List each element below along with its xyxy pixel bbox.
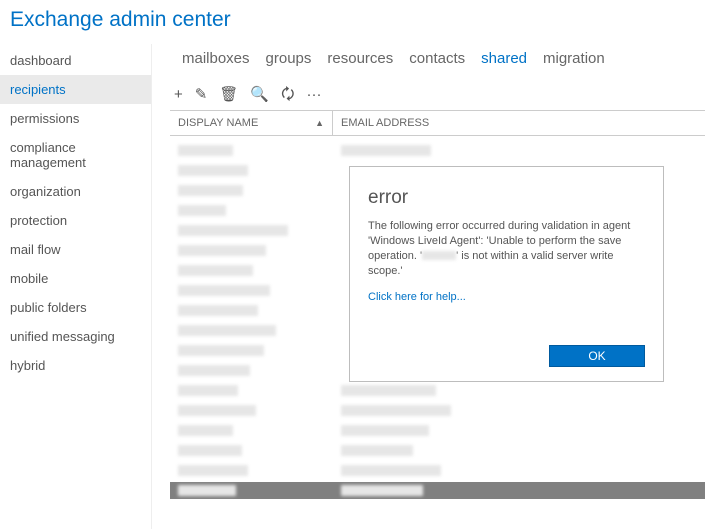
tab-mailboxes[interactable]: mailboxes — [182, 50, 250, 67]
tab-shared[interactable]: shared — [481, 50, 527, 67]
table-row[interactable] — [170, 422, 705, 439]
redacted-name — [178, 165, 248, 176]
redacted-name — [178, 265, 253, 276]
sidebar-item-compliance-management[interactable]: compliance management — [0, 133, 151, 177]
sidebar-item-public-folders[interactable]: public folders — [0, 293, 151, 322]
table-row[interactable] — [170, 462, 705, 479]
ok-button[interactable]: OK — [549, 345, 645, 367]
redacted-name — [178, 225, 288, 236]
column-email-address[interactable]: EMAIL ADDRESS — [333, 111, 705, 135]
redacted-email — [341, 145, 431, 156]
table-row[interactable] — [170, 142, 705, 159]
column-label: EMAIL ADDRESS — [341, 117, 429, 129]
redacted-name — [178, 305, 258, 316]
redacted-email — [341, 385, 436, 396]
sidebar-item-mobile[interactable]: mobile — [0, 264, 151, 293]
table-row[interactable] — [170, 382, 705, 399]
redacted-name — [178, 245, 266, 256]
column-label: DISPLAY NAME — [178, 117, 258, 129]
edit-icon[interactable]: ✎ — [195, 87, 208, 102]
more-icon[interactable]: ··· — [306, 87, 321, 102]
delete-icon[interactable]: 🗑 — [219, 87, 238, 102]
table-header: DISPLAY NAME ▲ EMAIL ADDRESS — [170, 110, 705, 136]
redacted-name — [178, 325, 276, 336]
redacted-name — [422, 251, 456, 260]
redacted-email — [341, 405, 451, 416]
sidebar: dashboardrecipientspermissionscompliance… — [0, 44, 152, 529]
header: Exchange admin center — [0, 0, 713, 44]
sidebar-item-hybrid[interactable]: hybrid — [0, 351, 151, 380]
error-dialog: error The following error occurred durin… — [349, 166, 664, 382]
redacted-name — [178, 365, 250, 376]
tab-contacts[interactable]: contacts — [409, 50, 465, 67]
redacted-name — [178, 445, 242, 456]
page-title: Exchange admin center — [10, 8, 703, 32]
sort-asc-icon: ▲ — [315, 118, 324, 128]
refresh-icon[interactable]: 🗘 — [281, 87, 294, 102]
redacted-email — [341, 445, 413, 456]
column-display-name[interactable]: DISPLAY NAME ▲ — [170, 111, 333, 135]
redacted-name — [178, 425, 233, 436]
redacted-name — [178, 285, 270, 296]
table-row[interactable] — [170, 482, 705, 499]
redacted-email — [341, 485, 423, 496]
sidebar-item-dashboard[interactable]: dashboard — [0, 46, 151, 75]
plus-icon[interactable]: + — [174, 87, 183, 102]
tab-groups[interactable]: groups — [266, 50, 312, 67]
sidebar-item-unified-messaging[interactable]: unified messaging — [0, 322, 151, 351]
redacted-name — [178, 205, 226, 216]
sidebar-item-organization[interactable]: organization — [0, 177, 151, 206]
redacted-name — [178, 385, 238, 396]
tabs: mailboxes groups resources contacts shared mi… — [170, 44, 705, 81]
toolbar: + ✎ 🗑 🔍 🗘 ··· — [170, 81, 705, 110]
sidebar-item-permissions[interactable]: permissions — [0, 104, 151, 133]
table-row[interactable] — [170, 442, 705, 459]
redacted-email — [341, 425, 429, 436]
search-icon[interactable]: 🔍 — [250, 87, 269, 102]
dialog-message: The following error occurred during vali… — [368, 219, 645, 278]
redacted-name — [178, 485, 236, 496]
redacted-name — [178, 145, 233, 156]
tab-resources[interactable]: resources — [327, 50, 393, 67]
redacted-name — [178, 405, 256, 416]
redacted-email — [341, 465, 441, 476]
dialog-title: error — [368, 187, 645, 209]
redacted-name — [178, 345, 264, 356]
redacted-name — [178, 465, 248, 476]
help-link[interactable]: Click here for help... — [368, 291, 466, 303]
redacted-name — [178, 185, 243, 196]
sidebar-item-protection[interactable]: protection — [0, 206, 151, 235]
tab-migration[interactable]: migration — [543, 50, 605, 67]
sidebar-item-recipients[interactable]: recipients — [0, 75, 151, 104]
sidebar-item-mail-flow[interactable]: mail flow — [0, 235, 151, 264]
table-row[interactable] — [170, 402, 705, 419]
